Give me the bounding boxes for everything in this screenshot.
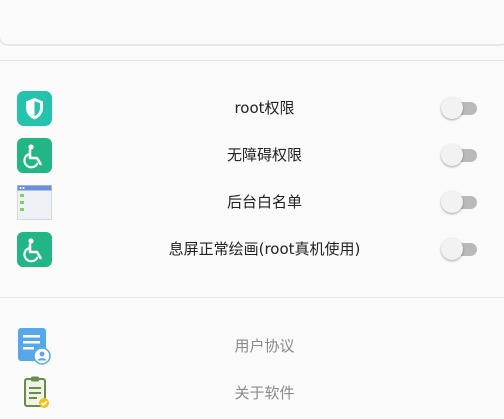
accessibility-icon (17, 232, 52, 267)
root-toggle[interactable] (441, 97, 477, 119)
permission-label: 无障碍权限 (226, 146, 302, 164)
user-agreement-icon (16, 327, 51, 365)
permission-row-screen-off-drawing[interactable]: 息屏正常绘画(root真机使用) (0, 228, 504, 270)
permission-row-accessibility[interactable]: 无障碍权限 (0, 134, 504, 176)
shield-icon (17, 91, 52, 126)
permission-label: root权限 (234, 99, 295, 117)
permission-label: 息屏正常绘画(root真机使用) (168, 240, 361, 258)
app-list-icon (17, 185, 52, 220)
user-agreement-link[interactable]: 用户协议 (0, 325, 504, 367)
section-divider (0, 297, 504, 298)
section-divider (0, 60, 504, 61)
link-label: 关于软件 (234, 384, 295, 402)
screen-off-drawing-toggle[interactable] (441, 238, 477, 260)
accessibility-toggle[interactable] (441, 144, 477, 166)
whitelist-toggle[interactable] (441, 191, 477, 213)
about-software-link[interactable]: 关于软件 (0, 372, 504, 414)
about-clipboard-icon (22, 375, 52, 411)
permission-row-background-whitelist[interactable]: 后台白名单 (0, 181, 504, 223)
permission-row-root[interactable]: root权限 (0, 87, 504, 129)
accessibility-icon (17, 138, 52, 173)
link-label: 用户协议 (234, 337, 295, 355)
top-card (0, 0, 504, 46)
permission-label: 后台白名单 (226, 193, 302, 211)
